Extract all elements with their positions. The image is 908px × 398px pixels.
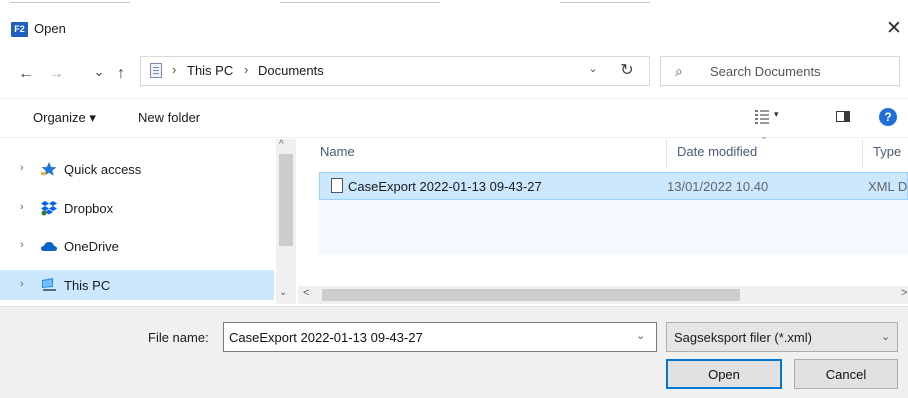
- scroll-right-icon[interactable]: >: [901, 287, 907, 299]
- scroll-up-icon[interactable]: ^: [279, 139, 284, 150]
- navigation-vertical-scrollbar[interactable]: ^ ⌄: [276, 139, 296, 304]
- expand-chevron-icon[interactable]: ›: [20, 201, 24, 213]
- sidebar-item-label: OneDrive: [64, 239, 119, 254]
- cancel-button[interactable]: Cancel: [794, 359, 898, 389]
- file-type-cell: XML D: [868, 179, 908, 194]
- app-icon: F2: [11, 22, 28, 37]
- new-folder-button[interactable]: New folder: [138, 110, 200, 125]
- window-title: Open: [34, 21, 66, 36]
- file-name-input[interactable]: [223, 322, 657, 352]
- column-divider[interactable]: [666, 139, 667, 169]
- expand-chevron-icon[interactable]: ›: [20, 239, 24, 251]
- help-icon[interactable]: ?: [879, 108, 897, 126]
- title-bar: [0, 10, 908, 44]
- scroll-down-icon[interactable]: ⌄: [279, 287, 287, 298]
- back-arrow-icon[interactable]: ←: [16, 62, 36, 86]
- table-row[interactable]: CaseExport 2022-01-13 09-43-27 13/01/202…: [319, 172, 908, 200]
- column-divider[interactable]: [862, 139, 863, 169]
- breadcrumb-this-pc[interactable]: This PC: [187, 63, 233, 78]
- file-name-cell: CaseExport 2022-01-13 09-43-27: [348, 179, 542, 194]
- search-box[interactable]: ⌕ Search Documents: [660, 56, 900, 86]
- sidebar-item-label: This PC: [64, 278, 111, 293]
- file-list-empty-area: [319, 200, 908, 254]
- sidebar-item-label: Quick access: [64, 162, 142, 177]
- sidebar-item-label: Dropbox: [64, 201, 114, 216]
- column-header-name[interactable]: Name: [320, 144, 355, 159]
- window-top-edge: [0, 0, 908, 6]
- column-header-date-modified[interactable]: Date modified: [677, 144, 757, 159]
- sidebar-item-quick-access[interactable]: › Quick access: [0, 154, 274, 184]
- sort-indicator-icon: ⌄: [760, 131, 768, 141]
- search-placeholder: Search Documents: [710, 64, 821, 79]
- column-header-type[interactable]: Type: [873, 144, 901, 159]
- breadcrumb-separator-icon: ›: [172, 62, 177, 77]
- sidebar-item-this-pc[interactable]: › This PC: [0, 270, 274, 300]
- cloud-icon: [41, 242, 57, 251]
- navigation-pane: › Quick access › Dropbox › OneDrive › Th…: [0, 139, 296, 304]
- refresh-icon[interactable]: ↻: [614, 60, 640, 82]
- expand-chevron-icon[interactable]: ›: [20, 162, 24, 174]
- scrollbar-thumb[interactable]: [279, 154, 293, 246]
- breadcrumb-documents[interactable]: Documents: [258, 63, 324, 78]
- search-icon: ⌕: [675, 63, 683, 79]
- file-date-cell: 13/01/2022 10.40: [667, 179, 769, 194]
- file-type-select[interactable]: Sagseksport filer (*.xml) ⌄: [666, 322, 898, 352]
- file-list-header: Name Date modified Type: [298, 139, 908, 169]
- breadcrumb-separator-icon: ›: [244, 62, 249, 77]
- dropbox-icon: [41, 201, 57, 216]
- scrollbar-thumb[interactable]: [322, 289, 740, 301]
- file-type-value: Sagseksport filer (*.xml): [674, 330, 812, 345]
- close-icon[interactable]: ✕: [884, 17, 904, 41]
- computer-icon: [42, 278, 56, 291]
- preview-pane-icon[interactable]: [836, 111, 850, 122]
- file-name-dropdown-icon[interactable]: ⌄: [636, 329, 645, 342]
- documents-folder-icon: [150, 63, 162, 78]
- organize-button[interactable]: Organize ▾: [33, 110, 96, 126]
- scroll-left-icon[interactable]: <: [303, 287, 309, 299]
- file-list-horizontal-scrollbar[interactable]: < >: [298, 286, 908, 304]
- forward-arrow-icon[interactable]: →: [46, 62, 66, 86]
- up-arrow-icon[interactable]: ↑: [112, 62, 130, 86]
- recent-locations-chevron-icon[interactable]: ⌄: [92, 60, 106, 84]
- sidebar-item-onedrive[interactable]: › OneDrive: [0, 231, 274, 261]
- view-options-caret-icon[interactable]: ▾: [774, 109, 779, 120]
- sidebar-item-dropbox[interactable]: › Dropbox: [0, 193, 274, 223]
- file-icon: [331, 178, 343, 193]
- file-type-dropdown-icon: ⌄: [881, 331, 891, 343]
- change-view-icon[interactable]: [755, 110, 769, 124]
- expand-chevron-icon[interactable]: ›: [20, 278, 24, 290]
- address-dropdown-icon[interactable]: ⌄: [585, 62, 601, 75]
- star-icon: [41, 162, 57, 176]
- file-name-label: File name:: [148, 330, 209, 345]
- open-button[interactable]: Open: [666, 359, 782, 389]
- command-toolbar: Organize ▾ New folder: [0, 98, 908, 138]
- address-bar[interactable]: › This PC › Documents ⌄: [140, 56, 650, 86]
